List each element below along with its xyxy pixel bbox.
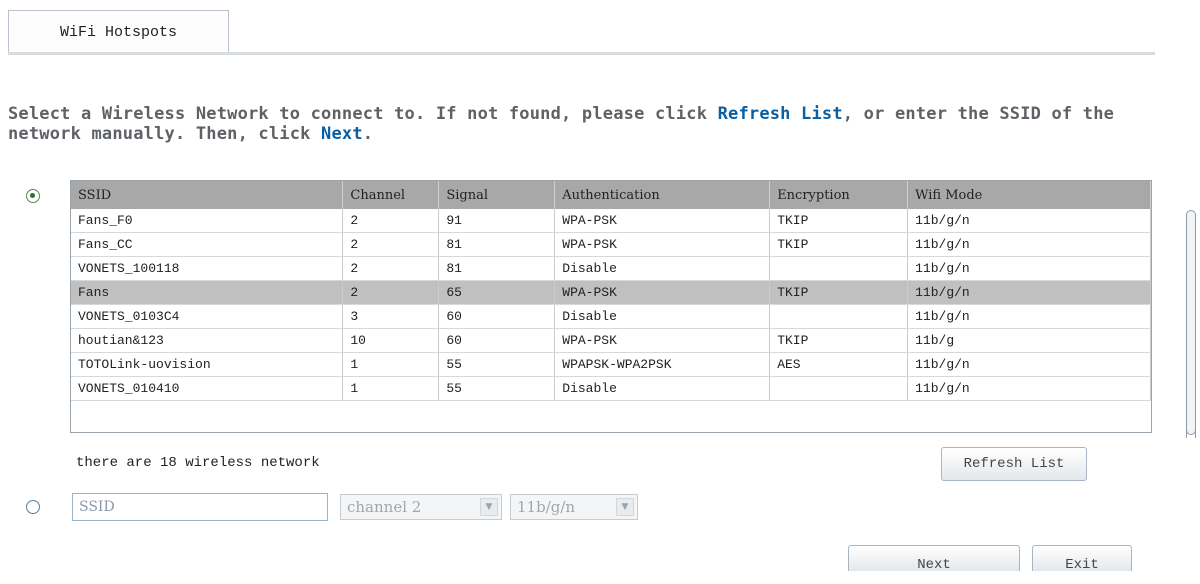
table-cell-channel: 2 xyxy=(342,232,440,257)
instructions-text: Select a Wireless Network to connect to.… xyxy=(8,104,1158,144)
table-row[interactable]: houtian&123 10 60 WPA-PSK TKIP 11b/g xyxy=(71,328,1151,353)
wifi-mode-select[interactable]: 11b/g/n ▼ xyxy=(510,494,638,520)
vertical-scrollbar-track[interactable] xyxy=(1186,262,1196,438)
table-cell-signal: 55 xyxy=(438,352,556,377)
network-count-text: there are 18 wireless network xyxy=(76,455,320,471)
table-cell-ssid: Fans_CC xyxy=(71,232,344,257)
table-row[interactable]: VONETS_100118 2 81 Disable 11b/g/n xyxy=(71,256,1151,281)
tab-wifi-hotspots[interactable]: WiFi Hotspots xyxy=(8,10,229,54)
chevron-down-icon: ▼ xyxy=(480,498,498,516)
table-cell-mode: 11b/g/n xyxy=(907,280,1151,305)
table-cell-enc xyxy=(769,376,909,401)
column-header-signal[interactable]: Signal xyxy=(438,181,556,209)
table-cell-channel: 3 xyxy=(342,304,440,329)
table-cell-mode: 11b/g xyxy=(907,328,1151,353)
table-cell-enc xyxy=(769,256,909,281)
table-cell-signal: 60 xyxy=(438,328,556,353)
next-button[interactable]: Next xyxy=(848,545,1020,573)
column-header-channel[interactable]: Channel xyxy=(342,181,440,209)
network-table: SSID Channel Signal Authentication Encry… xyxy=(70,180,1152,433)
radio-select-from-list[interactable] xyxy=(26,189,40,203)
table-cell-signal: 60 xyxy=(438,304,556,329)
table-cell-auth: WPA-PSK xyxy=(554,328,771,353)
table-cell-enc: TKIP xyxy=(769,209,909,233)
instructions-part3: . xyxy=(362,124,374,144)
table-cell-signal: 91 xyxy=(438,209,556,233)
wifi-mode-select-value: 11b/g/n xyxy=(517,498,576,516)
table-row[interactable]: Fans_CC 2 81 WPA-PSK TKIP 11b/g/n xyxy=(71,232,1151,257)
table-cell-auth: WPA-PSK xyxy=(554,209,771,233)
table-cell-enc xyxy=(769,304,909,329)
table-cell-ssid: Fans_F0 xyxy=(71,209,344,233)
table-cell-mode: 11b/g/n xyxy=(907,209,1151,233)
table-cell-auth: Disable xyxy=(554,304,771,329)
table-cell-ssid: houtian&123 xyxy=(71,328,344,353)
chevron-down-icon: ▼ xyxy=(616,498,634,516)
table-cell-signal: 55 xyxy=(438,376,556,401)
exit-button[interactable]: Exit xyxy=(1032,545,1132,573)
table-cell-signal: 81 xyxy=(438,256,556,281)
column-header-encryption[interactable]: Encryption xyxy=(769,181,909,209)
table-cell-auth: WPA-PSK xyxy=(554,280,771,305)
table-cell-ssid: VONETS_0103C4 xyxy=(71,304,344,329)
column-header-wifi-mode[interactable]: Wifi Mode xyxy=(907,181,1151,209)
table-cell-mode: 11b/g/n xyxy=(907,256,1151,281)
table-cell-auth: Disable xyxy=(554,256,771,281)
table-cell-auth: Disable xyxy=(554,376,771,401)
table-cell-channel: 2 xyxy=(342,209,440,233)
table-cell-channel: 2 xyxy=(342,256,440,281)
channel-select-value: channel 2 xyxy=(347,498,422,516)
table-header-row: SSID Channel Signal Authentication Encry… xyxy=(71,181,1151,209)
table-cell-signal: 65 xyxy=(438,280,556,305)
table-cell-mode: 11b/g/n xyxy=(907,232,1151,257)
table-row[interactable]: TOTOLink-uovision 1 55 WPAPSK-WPA2PSK AES 11b… xyxy=(71,352,1151,377)
table-row[interactable]: VONETS_010410 1 55 Disable 11b/g/n xyxy=(71,376,1151,401)
table-cell-channel: 10 xyxy=(342,328,440,353)
refresh-list-button[interactable]: Refresh List xyxy=(941,447,1087,481)
ssid-input[interactable]: SSID xyxy=(72,493,328,521)
table-row[interactable]: Fans_F0 2 91 WPA-PSK TKIP 11b/g/n xyxy=(71,209,1151,233)
table-cell-mode: 11b/g/n xyxy=(907,304,1151,329)
radio-manual-entry[interactable] xyxy=(26,500,40,514)
table-cell-enc: TKIP xyxy=(769,328,909,353)
refresh-list-link[interactable]: Refresh List xyxy=(718,104,843,124)
table-cell-mode: 11b/g/n xyxy=(907,376,1151,401)
table-cell-ssid: VONETS_100118 xyxy=(71,256,344,281)
table-cell-auth: WPAPSK-WPA2PSK xyxy=(554,352,771,377)
table-cell-ssid: Fans xyxy=(71,280,344,305)
table-cell-ssid: VONETS_010410 xyxy=(71,376,344,401)
table-cell-auth: WPA-PSK xyxy=(554,232,771,257)
table-row[interactable]: Fans 2 65 WPA-PSK TKIP 11b/g/n xyxy=(71,280,1151,305)
channel-select[interactable]: channel 2 ▼ xyxy=(340,494,502,520)
next-link[interactable]: Next xyxy=(321,124,363,144)
table-cell-enc: TKIP xyxy=(769,280,909,305)
table-cell-enc: TKIP xyxy=(769,232,909,257)
table-cell-signal: 81 xyxy=(438,232,556,257)
table-row[interactable]: VONETS_0103C4 3 60 Disable 11b/g/n xyxy=(71,304,1151,329)
table-cell-channel: 2 xyxy=(342,280,440,305)
table-cell-enc: AES xyxy=(769,352,909,377)
tab-divider xyxy=(8,52,1155,55)
column-header-ssid[interactable]: SSID xyxy=(71,181,344,209)
instructions-part1: Select a Wireless Network to connect to.… xyxy=(8,104,718,124)
table-cell-channel: 1 xyxy=(342,376,440,401)
column-header-authentication[interactable]: Authentication xyxy=(554,181,771,209)
table-cell-mode: 11b/g/n xyxy=(907,352,1151,377)
table-cell-channel: 1 xyxy=(342,352,440,377)
table-cell-ssid: TOTOLink-uovision xyxy=(71,352,344,377)
